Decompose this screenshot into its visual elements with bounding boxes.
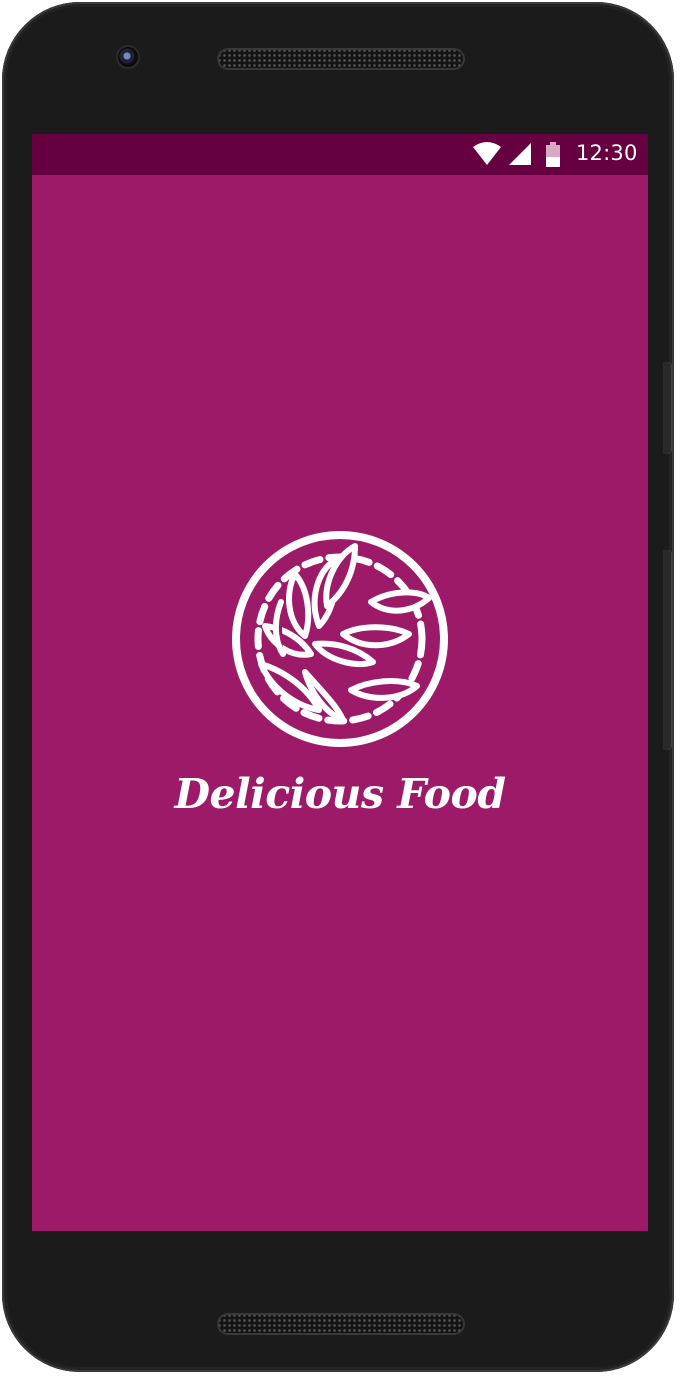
volume-button[interactable] <box>663 550 672 750</box>
battery-icon <box>546 142 560 167</box>
food-plate-logo-icon <box>232 531 448 747</box>
earpiece-speaker <box>217 48 465 70</box>
signal-icon <box>509 143 531 165</box>
bottom-speaker <box>217 1313 465 1335</box>
wifi-icon <box>473 142 501 165</box>
splash-screen: 12:30 Delicious Food <box>32 134 648 1231</box>
phone-frame: 12:30 Delicious Food <box>2 2 674 1372</box>
app-name: Delicious Food <box>174 770 506 818</box>
status-time: 12:30 <box>576 141 638 165</box>
power-button[interactable] <box>663 362 672 454</box>
status-bar: 12:30 <box>32 134 648 175</box>
front-camera <box>118 47 138 67</box>
